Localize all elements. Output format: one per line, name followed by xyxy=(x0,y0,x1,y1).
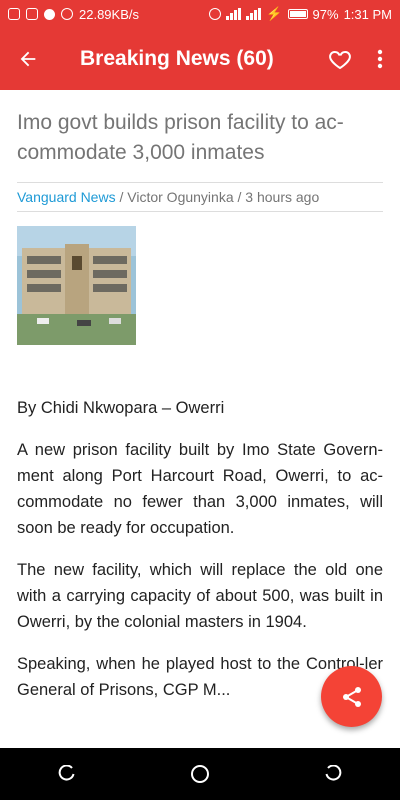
time-ago: 3 hours ago xyxy=(245,189,320,205)
signal-icon xyxy=(226,8,242,20)
shield-icon xyxy=(8,8,20,20)
paragraph: The new facility, which will replace the… xyxy=(17,561,383,631)
article-content: Imo govt builds prison facility to ac-co… xyxy=(17,90,383,719)
clock: 1:31 PM xyxy=(343,6,392,22)
status-left-icons: 22.89KB/s xyxy=(8,7,139,22)
battery-icon xyxy=(287,9,308,19)
page-title: Breaking News (60) xyxy=(80,47,274,70)
source-link[interactable]: Vanguard News xyxy=(17,189,116,205)
article-headline: Imo govt builds prison facility to ac-co… xyxy=(17,111,344,164)
status-right-icons: ⚡ 97% 1:31 PM xyxy=(209,6,392,22)
recents-button[interactable] xyxy=(52,759,82,789)
share-icon xyxy=(342,686,361,707)
paragraph: By Chidi Nkwopara – Owerri xyxy=(17,399,225,417)
prison-building-image xyxy=(17,226,136,345)
back-button[interactable] xyxy=(0,28,56,90)
signal-icon-2 xyxy=(246,8,262,20)
more-vert-icon xyxy=(377,49,383,69)
charging-icon: ⚡ xyxy=(266,6,283,21)
network-speed: 22.89KB/s xyxy=(79,6,139,22)
share-button[interactable] xyxy=(321,666,382,727)
cast-icon xyxy=(26,8,38,20)
status-bar: 22.89KB/s ⚡ 97% 1:31 PM xyxy=(0,0,400,28)
home-icon xyxy=(190,765,209,783)
app-bar: Breaking News (60) xyxy=(0,28,400,90)
meta-separator-2: / xyxy=(233,189,246,205)
sync-icon xyxy=(61,8,73,20)
article-body: By Chidi Nkwopara – Owerri A new prison … xyxy=(17,395,383,703)
back-nav-button[interactable] xyxy=(318,759,348,789)
article-image[interactable] xyxy=(17,226,136,345)
home-button[interactable] xyxy=(185,759,215,789)
more-options-button[interactable] xyxy=(360,28,400,90)
back-nav-icon xyxy=(325,765,342,781)
system-nav-bar xyxy=(0,748,400,800)
paragraph: A new prison facility built by Imo State… xyxy=(17,441,383,537)
favorite-button[interactable] xyxy=(320,28,360,90)
alarm-icon xyxy=(209,8,222,20)
author: Victor Ogunyinka xyxy=(127,189,234,205)
meta-separator: / xyxy=(115,189,128,205)
record-icon xyxy=(44,8,55,20)
arrow-left-icon xyxy=(20,51,36,67)
article-meta: Vanguard News / Victor Ogunyinka / 3 hou… xyxy=(17,182,383,212)
heart-icon xyxy=(329,50,351,70)
recents-icon xyxy=(58,765,75,781)
battery-percent: 97% xyxy=(312,6,339,22)
